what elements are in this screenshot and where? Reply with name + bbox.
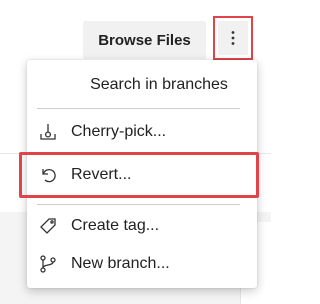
more-actions-button[interactable] <box>213 16 253 60</box>
menu-item-label: Revert... <box>71 166 132 183</box>
search-in-branches-label: Search in branches <box>90 76 228 93</box>
menu-item-cherry-pick[interactable]: Cherry-pick... <box>27 116 257 148</box>
revert-icon <box>37 164 59 186</box>
browse-files-button[interactable]: Browse Files <box>83 21 206 59</box>
menu-item-label: New branch... <box>71 255 170 272</box>
menu-item-label: Cherry-pick... <box>71 123 167 140</box>
more-actions-inner <box>218 21 248 55</box>
menu-item-create-tag[interactable]: Create tag... <box>27 210 257 242</box>
menu-item-new-branch[interactable]: New branch... <box>27 248 257 280</box>
menu-item-label: Create tag... <box>71 217 160 234</box>
screen: Browse Files Search in branches Cherry-p… <box>0 0 271 304</box>
browse-files-label: Browse Files <box>98 31 191 49</box>
menu-item-revert[interactable]: Revert... <box>27 159 257 191</box>
search-in-branches-item[interactable]: Search in branches <box>27 72 257 98</box>
more-vertical-icon <box>231 31 235 45</box>
cherry-pick-icon <box>37 121 59 143</box>
menu-separator <box>37 108 240 109</box>
actions-menu: Search in branches Cherry-pick... Revert… <box>27 60 257 288</box>
menu-separator <box>37 204 240 205</box>
branch-icon <box>37 253 59 275</box>
tag-icon <box>37 215 59 237</box>
